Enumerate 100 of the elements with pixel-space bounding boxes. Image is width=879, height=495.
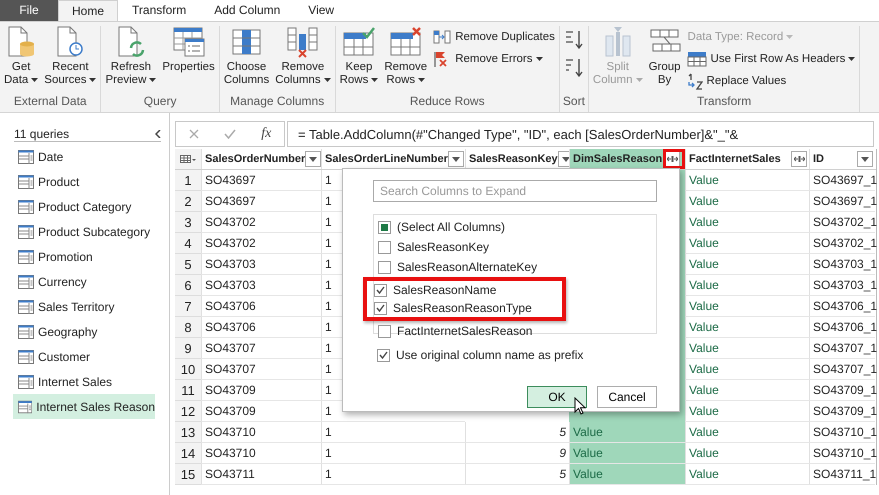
- ribbon-button[interactable]: Properties: [160, 26, 217, 92]
- ribbon-button[interactable]: Remove Columns: [273, 26, 333, 92]
- ribbon-tab[interactable]: Transform: [118, 0, 200, 21]
- query-item[interactable]: Product Subcategory: [13, 219, 155, 244]
- ribbon-button[interactable]: Keep Rows: [338, 26, 380, 92]
- table-cell: SO43706_1: [809, 317, 875, 338]
- ribbon-button[interactable]: Get Data: [2, 26, 40, 92]
- table-header-icon: [686, 51, 707, 67]
- search-field[interactable]: Search Columns to Expand: [373, 180, 657, 202]
- checkbox[interactable]: [378, 220, 391, 234]
- ribbon-button[interactable]: Remove Rows: [382, 26, 430, 92]
- ribbon-button[interactable]: Use First Row As Headers: [684, 50, 858, 68]
- table-check-icon: [342, 26, 375, 58]
- query-item[interactable]: Currency: [13, 269, 155, 294]
- column-header[interactable]: ID: [809, 149, 875, 169]
- table-icon: [18, 200, 34, 214]
- ribbon-tab[interactable]: Add Column: [200, 0, 294, 21]
- ribbon-button[interactable]: Recent Sources: [42, 26, 98, 92]
- query-item[interactable]: Date: [13, 144, 155, 169]
- caret-icon: [418, 78, 426, 82]
- table-cell: SO43706_1: [809, 296, 875, 317]
- query-item[interactable]: Internet Sales Reason: [13, 394, 155, 419]
- checkmark-icon: [376, 286, 385, 294]
- check-icon[interactable]: [224, 129, 236, 139]
- query-item[interactable]: Product Category: [13, 194, 155, 219]
- ribbon-tab[interactable]: Home: [58, 0, 118, 21]
- query-item[interactable]: Internet Sales: [13, 369, 155, 394]
- table-cell: SO43706: [201, 296, 321, 317]
- caret-icon: [324, 78, 331, 82]
- document-database-icon: [6, 26, 36, 58]
- formula-field[interactable]: = Table.AddColumn(#"Changed Type", "ID", each [SalesOrderNumber]&"_"&: [287, 121, 874, 147]
- column-header[interactable]: FactInternetSales: [685, 149, 809, 169]
- checkbox[interactable]: [377, 348, 390, 362]
- expand-button[interactable]: [791, 151, 807, 167]
- caret-icon: [89, 78, 96, 82]
- dropdown-icon: [562, 156, 570, 162]
- table-cell: Value: [685, 401, 809, 422]
- table-cell: SO43702_1: [809, 212, 875, 233]
- row-number: 9: [175, 338, 201, 359]
- dropdown-icon: [452, 156, 460, 162]
- group-label: Manage Columns: [229, 94, 326, 110]
- function-button[interactable]: fx: [261, 126, 272, 142]
- ribbon-button[interactable]: Group By: [646, 26, 683, 92]
- ribbon-button[interactable]: Remove Errors: [431, 50, 557, 68]
- row-number: 13: [175, 422, 201, 443]
- table-cell: Value: [685, 422, 809, 443]
- table-cell: Value: [685, 212, 809, 233]
- query-item[interactable]: Promotion: [13, 244, 155, 269]
- table-menu-icon[interactable]: [180, 154, 196, 164]
- caret-icon: [786, 34, 794, 39]
- group-label: Transform: [696, 94, 752, 110]
- table-cell: Value: [685, 296, 809, 317]
- table-cell: SO43697_1: [809, 170, 875, 191]
- table-icon: [18, 374, 34, 388]
- checkbox[interactable]: [378, 260, 391, 274]
- column-header[interactable]: SalesOrderNumber: [201, 149, 321, 169]
- sort-ascending-icon: [564, 29, 584, 51]
- filter-button[interactable]: [305, 151, 322, 167]
- collapse-icon[interactable]: [155, 130, 161, 138]
- table-cell: SO43703: [201, 275, 321, 296]
- ribbon-button[interactable]: Choose Columns: [222, 26, 272, 92]
- table-cell: SO43710: [201, 443, 321, 464]
- checkbox[interactable]: [378, 240, 391, 254]
- column-name: FactInternetSales: [689, 153, 781, 165]
- column-name: DimSalesReason: [573, 153, 662, 165]
- query-item[interactable]: Sales Territory: [13, 294, 155, 319]
- table-cell: Value: [685, 275, 809, 296]
- table-cell: SO43710: [201, 422, 321, 443]
- table-cell: Value: [685, 380, 809, 401]
- ribbon-button[interactable]: Remove Duplicates: [431, 28, 557, 46]
- group-label: Query: [142, 94, 178, 110]
- ok-button[interactable]: OK: [527, 386, 587, 408]
- query-item[interactable]: Product: [13, 169, 155, 194]
- ribbon-tab[interactable]: View: [294, 0, 348, 21]
- table-cell: SO43709_1: [809, 380, 875, 401]
- table-remove-icon: [390, 26, 422, 58]
- checkbox[interactable]: [378, 324, 391, 338]
- file-tab[interactable]: File: [0, 0, 58, 21]
- caret-icon: [371, 78, 378, 82]
- column-name: SalesOrderNumber: [205, 153, 306, 165]
- cancel-button[interactable]: Cancel: [597, 386, 657, 408]
- group-label: Reduce Rows: [408, 94, 486, 110]
- ribbon-button[interactable]: Replace Values: [684, 72, 858, 90]
- table-cell: Value: [569, 443, 685, 464]
- replace-values-icon: [686, 72, 703, 90]
- filter-button[interactable]: [448, 151, 464, 167]
- column-header[interactable]: DimSalesReason: [569, 149, 685, 169]
- checkbox[interactable]: [374, 302, 387, 314]
- table-cell: SO43711_1: [809, 464, 875, 485]
- ribbon-button[interactable]: Refresh Preview: [103, 26, 158, 92]
- row-number: 1: [175, 170, 201, 191]
- table-cell: Value: [685, 191, 809, 212]
- row-number: 2: [175, 191, 201, 212]
- filter-button[interactable]: [857, 151, 873, 167]
- query-item[interactable]: Geography: [13, 319, 155, 344]
- query-item[interactable]: Customer: [13, 344, 155, 369]
- document-refresh-icon: [116, 26, 146, 58]
- row-number: 4: [175, 233, 201, 254]
- checkbox[interactable]: [374, 284, 387, 296]
- row-number: 12: [175, 401, 201, 422]
